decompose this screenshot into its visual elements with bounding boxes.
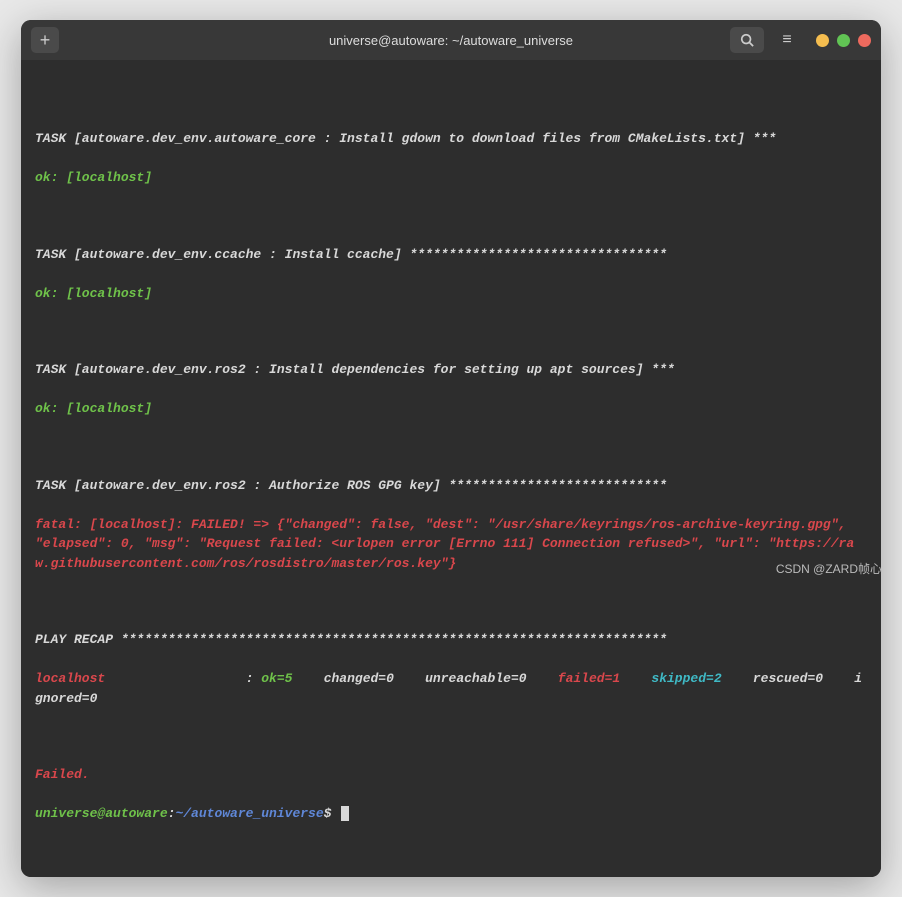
terminal-window: + universe@autoware: ~/autoware_universe…	[21, 20, 881, 877]
recap-changed: changed=0	[324, 671, 394, 686]
menu-button[interactable]: ≡	[772, 27, 802, 53]
recap-line: localhost : ok=5 changed=0 unreachable=0…	[35, 669, 867, 708]
recap-rescued: rescued=0	[753, 671, 823, 686]
search-icon	[740, 33, 754, 47]
minimize-button[interactable]	[816, 34, 829, 47]
prompt[interactable]: universe@autoware:~/autoware_universe$	[35, 804, 867, 824]
terminal-content[interactable]: TASK [autoware.dev_env.autoware_core : I…	[21, 60, 881, 877]
recap-host: localhost	[35, 671, 105, 686]
cursor	[341, 806, 349, 821]
close-button[interactable]	[858, 34, 871, 47]
prompt-dollar: $	[324, 804, 340, 824]
hamburger-icon: ≡	[782, 31, 791, 49]
window-title: universe@autoware: ~/autoware_universe	[329, 33, 573, 48]
prompt-colon: :	[168, 804, 176, 824]
blank-line	[35, 207, 867, 225]
task-header: TASK [autoware.dev_env.ccache : Install …	[35, 245, 867, 265]
blank-line	[35, 92, 867, 110]
blank-line	[35, 593, 867, 611]
titlebar-right: ≡	[730, 27, 871, 53]
titlebar: + universe@autoware: ~/autoware_universe…	[21, 20, 881, 60]
recap-unreachable: unreachable=0	[425, 671, 526, 686]
prompt-path: ~/autoware_universe	[175, 804, 323, 824]
blank-line	[35, 323, 867, 341]
prompt-user-host: universe@autoware	[35, 804, 168, 824]
watermark: CSDN @ZARD帧心	[776, 560, 882, 577]
task-status-ok: ok: [localhost]	[35, 284, 867, 304]
recap-skipped: skipped=2	[651, 671, 721, 686]
task-status-fatal: fatal: [localhost]: FAILED! => {"changed…	[35, 515, 867, 574]
search-button[interactable]	[730, 27, 764, 53]
window-controls	[816, 34, 871, 47]
blank-line	[35, 438, 867, 456]
recap-header: PLAY RECAP *****************************…	[35, 630, 867, 650]
recap-failed: failed=1	[558, 671, 620, 686]
plus-icon: +	[40, 30, 51, 51]
maximize-button[interactable]	[837, 34, 850, 47]
task-header: TASK [autoware.dev_env.ros2 : Authorize …	[35, 476, 867, 496]
new-tab-button[interactable]: +	[31, 27, 59, 53]
task-status-ok: ok: [localhost]	[35, 399, 867, 419]
blank-line	[35, 728, 867, 746]
task-header: TASK [autoware.dev_env.autoware_core : I…	[35, 129, 867, 149]
task-header: TASK [autoware.dev_env.ros2 : Install de…	[35, 360, 867, 380]
recap-ok: ok=5	[261, 671, 292, 686]
task-status-ok: ok: [localhost]	[35, 168, 867, 188]
failed-line: Failed.	[35, 765, 867, 785]
recap-sep: :	[105, 671, 261, 686]
